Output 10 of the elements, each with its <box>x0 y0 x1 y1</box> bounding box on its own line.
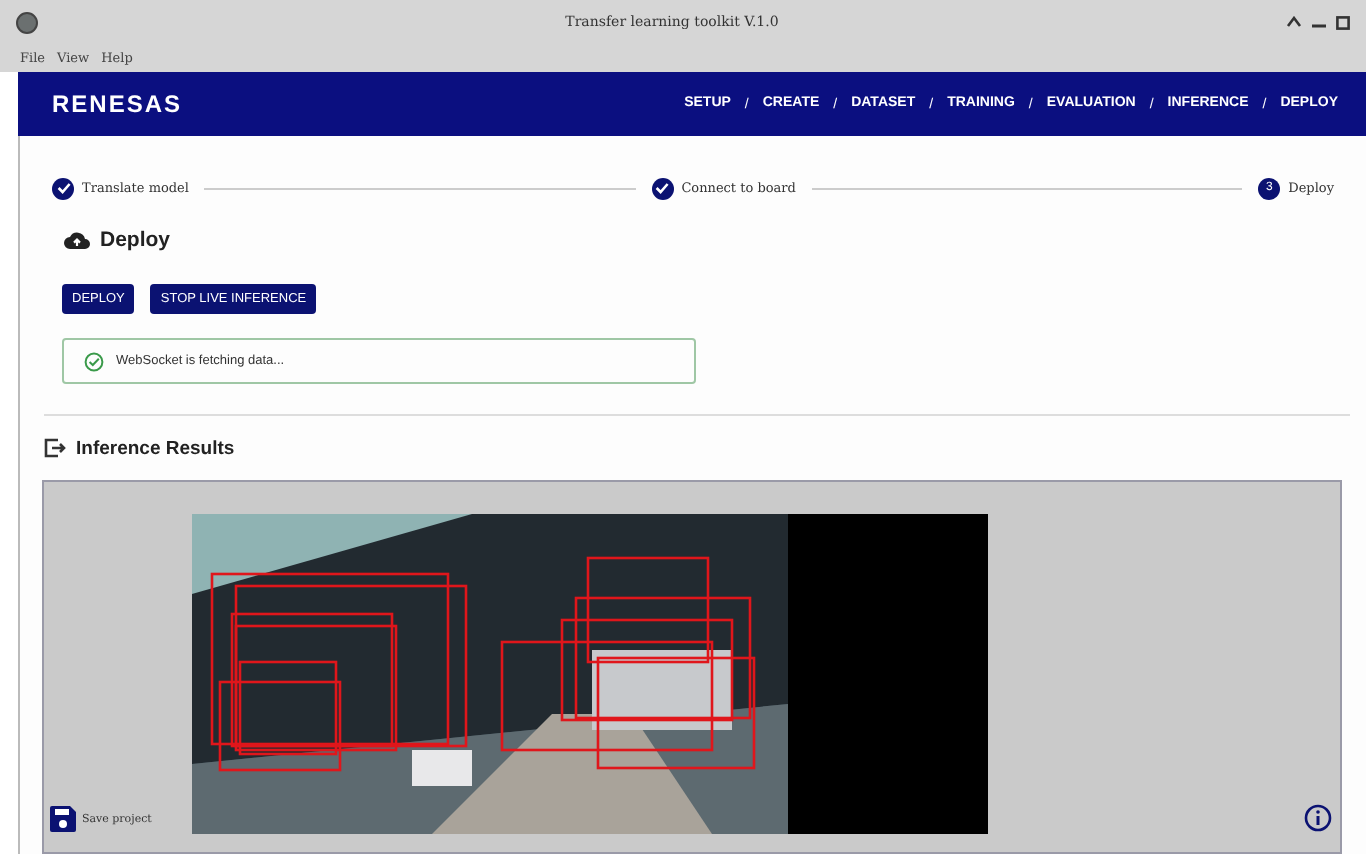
app-icon <box>16 11 38 33</box>
section-title: Inference Results <box>76 437 235 459</box>
info-icon[interactable] <box>1304 804 1332 832</box>
exit-box-icon <box>44 438 66 458</box>
check-circle-icon <box>84 351 104 371</box>
section-title: Deploy <box>100 228 171 252</box>
maximize-caret-icon[interactable] <box>1286 16 1302 28</box>
restore-icon[interactable] <box>1336 15 1350 29</box>
brand-logo: RENESAS <box>52 90 183 118</box>
cloud-upload-icon <box>64 230 90 250</box>
